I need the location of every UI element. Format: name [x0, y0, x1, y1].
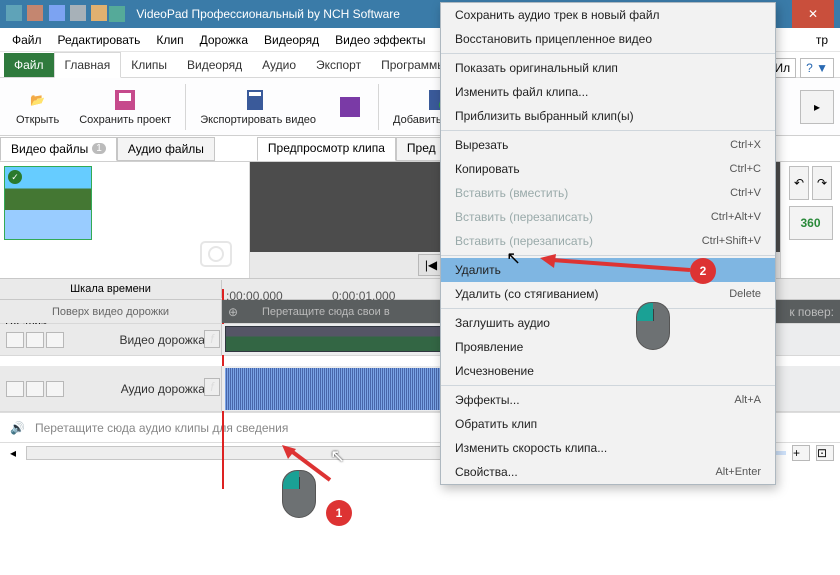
ctx-item: Вставить (перезаписать)Ctrl+Shift+V [441, 229, 775, 253]
menu-extra[interactable]: тр [808, 30, 836, 50]
fx-button[interactable]: f [204, 378, 220, 396]
fx-button[interactable]: f [204, 330, 220, 348]
360-button[interactable]: 360 [789, 206, 833, 240]
qa-icon[interactable] [70, 5, 86, 21]
menu-sequence[interactable]: Видеоряд [256, 30, 327, 50]
mouse-icon [282, 470, 316, 518]
callout-2: 2 [690, 258, 716, 284]
ctx-item[interactable]: Обратить клип [441, 412, 775, 436]
ctx-item[interactable]: Приблизить выбранный клип(ы) [441, 104, 775, 128]
separator [185, 84, 186, 130]
ctx-item[interactable]: Изменить скорость клипа... [441, 436, 775, 460]
menu-clip[interactable]: Клип [148, 30, 191, 50]
ctx-item: Вставить (перезаписать)Ctrl+Alt+V [441, 205, 775, 229]
mouse-icon [636, 302, 670, 350]
tab-audio[interactable]: Аудио [252, 53, 306, 77]
ctx-item: Вставить (вместить)Ctrl+V [441, 181, 775, 205]
solo-icon[interactable] [26, 381, 44, 397]
ctx-item[interactable]: Восстановить прицепленное видео [441, 27, 775, 51]
plus-icon[interactable]: ⊕ [228, 305, 238, 319]
callout-1: 1 [326, 500, 352, 526]
save-project-button[interactable]: Сохранить проект [79, 88, 171, 126]
qa-icon[interactable] [6, 5, 22, 21]
zoom-fit-button[interactable]: ⊡ [816, 445, 834, 461]
ctx-item[interactable]: Изменить файл клипа... [441, 80, 775, 104]
context-menu: Сохранить аудио трек в новый файлВосстан… [440, 2, 776, 485]
tab-sequence[interactable]: Видеоряд [177, 53, 252, 77]
fx-icon[interactable] [26, 332, 44, 348]
camera-watermark-icon [96, 166, 245, 274]
menu-edit[interactable]: Редактировать [50, 30, 149, 50]
ctx-item[interactable]: Заглушить аудио [441, 311, 775, 335]
app-icon [109, 6, 125, 22]
folder-icon: 📂 [24, 88, 52, 112]
mute-icon[interactable] [6, 381, 24, 397]
speaker-icon: 🔊 [10, 421, 25, 435]
count-badge: 1 [92, 143, 106, 154]
floppy-icon [111, 88, 139, 112]
video-track-label: Видео дорожка 1 [0, 324, 222, 355]
ctx-item[interactable]: Сохранить аудио трек в новый файл [441, 3, 775, 27]
separator [378, 84, 379, 130]
help-icon[interactable]: ? ▼ [800, 58, 834, 78]
qa-icon[interactable] [49, 5, 65, 21]
tab-preview-2[interactable]: Пред [396, 137, 447, 161]
export-save-button[interactable] [336, 95, 364, 119]
ctx-item[interactable]: Эффекты...Alt+A [441, 388, 775, 412]
floppy2-icon [336, 95, 364, 119]
export-icon [244, 88, 272, 112]
quick-access [6, 5, 109, 24]
clip-bin[interactable]: 702.mp4 [0, 162, 250, 278]
export-video-button[interactable]: Экспортировать видео [200, 88, 316, 126]
zoom-in-button[interactable]: + [792, 445, 810, 461]
menu-effects[interactable]: Видео эффекты [327, 30, 433, 50]
qa-icon[interactable] [91, 5, 107, 21]
tab-clips[interactable]: Клипы [121, 53, 177, 77]
ctx-item[interactable]: ВырезатьCtrl+X [441, 133, 775, 157]
tab-audio-files[interactable]: Аудио файлы [117, 137, 215, 161]
ctx-item[interactable]: Исчезновение [441, 359, 775, 383]
tab-file[interactable]: Файл [4, 53, 54, 77]
tab-video-files[interactable]: Видео файлы 1 [0, 137, 117, 161]
audio-track-buttons [6, 381, 64, 397]
scale-label: Шкала времени [0, 280, 222, 298]
audio-track-label: Аудио дорожка 1 [0, 366, 222, 411]
qa-icon[interactable] [27, 5, 43, 21]
tab-preview-clip[interactable]: Предпросмотр клипа [257, 137, 396, 161]
close-button[interactable]: ✕ [792, 0, 834, 28]
rotate-ccw-button[interactable]: ↶ [789, 166, 809, 200]
tab-export[interactable]: Экспорт [306, 53, 371, 77]
cursor-icon: ↖ [330, 446, 345, 467]
ctx-item[interactable]: Показать оригинальный клип [441, 56, 775, 80]
mute-icon[interactable] [6, 332, 24, 348]
ribbon-more-button[interactable]: ▸ [800, 90, 834, 124]
menu-track[interactable]: Дорожка [192, 30, 256, 50]
help-area: Ил ? ▼ [768, 58, 834, 78]
lock-icon[interactable] [46, 332, 64, 348]
ctx-item[interactable]: КопироватьCtrl+C [441, 157, 775, 181]
arrow-2 [540, 258, 700, 311]
ctx-item[interactable]: Проявление [441, 335, 775, 359]
scroll-left[interactable]: ◂ [6, 446, 20, 460]
tab-home[interactable]: Главная [54, 52, 122, 78]
rotate-cw-button[interactable]: ↷ [812, 166, 832, 200]
ribbon-right: ▸ [800, 90, 834, 124]
ctx-item[interactable]: Свойства...Alt+Enter [441, 460, 775, 484]
mix-hint: Перетащите сюда аудио клипы для сведения [35, 421, 288, 435]
preview-side: ↶ ↷ 360 [780, 162, 840, 278]
menu-file[interactable]: Файл [4, 30, 50, 50]
clip-thumbnail[interactable] [4, 166, 92, 240]
overlay-label: Поверх видео дорожки [0, 300, 222, 323]
overlay-hint: Перетащите сюда свои в [262, 306, 390, 318]
open-button[interactable]: 📂 Открыть [16, 88, 59, 126]
cursor-icon: ↖ [506, 248, 521, 269]
video-track-buttons [6, 332, 64, 348]
fx-icon[interactable] [46, 381, 64, 397]
